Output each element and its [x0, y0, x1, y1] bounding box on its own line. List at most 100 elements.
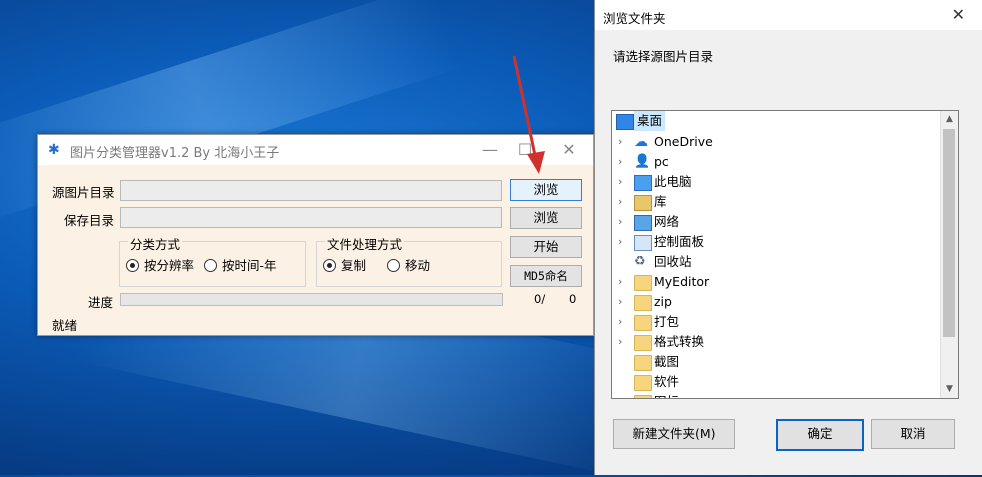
- red-arrow-annotation: [512, 55, 545, 174]
- tree-item[interactable]: ♻ 回收站: [612, 252, 942, 272]
- chevron-right-icon[interactable]: ›: [618, 172, 622, 192]
- tree-item[interactable]: 软件: [612, 372, 942, 392]
- source-dir-label: 源图片目录: [52, 185, 115, 200]
- folder-icon: [634, 315, 652, 331]
- new-folder-button[interactable]: 新建文件夹(M): [613, 419, 735, 449]
- radio-checked-icon: [126, 259, 139, 272]
- tree-item[interactable]: › 库: [612, 192, 942, 212]
- dialog-prompt: 请选择源图片目录: [613, 49, 714, 64]
- chevron-right-icon[interactable]: ›: [618, 292, 622, 312]
- tree-scrollbar[interactable]: ▲ ▼: [940, 111, 958, 398]
- folder-icon: [634, 335, 652, 351]
- chevron-right-icon[interactable]: ›: [618, 132, 622, 152]
- dialog-title-bar[interactable]: 浏览文件夹 ✕: [595, 0, 982, 30]
- tree-item-label: 打包: [654, 314, 680, 329]
- tree-item[interactable]: › 此电脑: [612, 172, 942, 192]
- start-button[interactable]: 开始: [510, 236, 582, 258]
- tree-item[interactable]: › 👤 pc: [612, 152, 942, 172]
- desktop-icon: [616, 114, 634, 130]
- folder-tree[interactable]: 图标软件截图›格式转换›打包›zip›MyEditor♻回收站›控制面板›网络›…: [611, 110, 959, 399]
- chevron-right-icon[interactable]: ›: [618, 232, 622, 252]
- tree-item-label: zip: [654, 294, 672, 309]
- tree-item-label: OneDrive: [654, 134, 713, 149]
- arrow-shaft: [512, 55, 538, 161]
- tree-item-label: 截图: [654, 354, 680, 369]
- md5-rename-button[interactable]: MD5命名: [510, 265, 582, 287]
- radio-copy-label: 复制: [341, 258, 367, 273]
- window-title: 图片分类管理器v1.2 By 北海小王子: [70, 146, 280, 161]
- radio-by-year[interactable]: 按时间-年: [204, 255, 277, 274]
- scroll-down-icon[interactable]: ▼: [941, 381, 958, 398]
- radio-checked-icon: [323, 259, 336, 272]
- tree-item[interactable]: › ☁ OneDrive: [612, 132, 942, 152]
- tree-item-label: 回收站: [654, 254, 692, 269]
- recycle-bin-icon: ♻: [634, 254, 646, 269]
- cancel-button[interactable]: 取消: [871, 419, 955, 449]
- network-icon: [634, 215, 652, 231]
- tree-item[interactable]: › 网络: [612, 212, 942, 232]
- tree-item[interactable]: › 打包: [612, 312, 942, 332]
- file-handling-title: 文件处理方式: [325, 234, 405, 253]
- folder-icon: [634, 275, 652, 291]
- folder-icon: [634, 295, 652, 311]
- browse-save-button[interactable]: 浏览: [510, 207, 582, 229]
- app-bug-icon: ✱: [48, 142, 60, 158]
- classify-mode-title: 分类方式: [128, 234, 183, 253]
- progress-total-count: 0: [569, 292, 577, 306]
- tree-item-label: MyEditor: [654, 274, 710, 289]
- radio-by-resolution[interactable]: 按分辨率: [126, 255, 194, 274]
- progress-done-count: 0/: [534, 292, 546, 306]
- control-panel-icon: [634, 235, 652, 251]
- chevron-right-icon[interactable]: ›: [618, 152, 622, 172]
- chevron-right-icon[interactable]: ›: [618, 192, 622, 212]
- folder-icon: [634, 355, 652, 371]
- status-text: 就绪: [52, 318, 78, 333]
- tree-item-label: 控制面板: [654, 234, 705, 249]
- save-dir-input[interactable]: [120, 207, 502, 228]
- file-handling-group: 文件处理方式 复制 移动: [316, 234, 502, 287]
- library-icon: [634, 195, 652, 211]
- progress-label: 进度: [88, 295, 114, 310]
- tree-item[interactable]: › 格式转换: [612, 332, 942, 352]
- browse-folder-dialog: 浏览文件夹 ✕ 请选择源图片目录 图标 软件 截图 › 格式转换 › 打包 › zip › MyEd…: [594, 0, 982, 475]
- tree-item[interactable]: 图标: [612, 392, 942, 398]
- tree-item-label: 格式转换: [654, 334, 705, 349]
- dialog-close-button[interactable]: ✕: [952, 5, 965, 24]
- chevron-right-icon[interactable]: ›: [618, 332, 622, 352]
- radio-unchecked-icon: [387, 259, 400, 272]
- cloud-icon: ☁: [634, 134, 648, 150]
- tree-item-label: 软件: [654, 374, 680, 389]
- chevron-right-icon[interactable]: ›: [618, 272, 622, 292]
- computer-icon: [634, 175, 652, 191]
- ok-button[interactable]: 确定: [776, 419, 864, 451]
- arrow-head: [527, 151, 545, 174]
- save-dir-label: 保存目录: [64, 213, 115, 228]
- tree-item-label: 桌面: [634, 111, 666, 131]
- radio-move[interactable]: 移动: [387, 255, 430, 274]
- chevron-right-icon[interactable]: ›: [618, 312, 622, 332]
- classify-mode-group: 分类方式 按分辨率 按时间-年: [119, 234, 306, 287]
- radio-unchecked-icon: [204, 259, 217, 272]
- tree-item-label: pc: [654, 154, 669, 169]
- radio-copy[interactable]: 复制: [323, 255, 366, 274]
- tree-item[interactable]: › MyEditor: [612, 272, 942, 292]
- tree-item-label: 网络: [654, 214, 680, 229]
- scroll-thumb[interactable]: [943, 129, 955, 337]
- folder-icon: [634, 375, 652, 391]
- tree-item-label: 库: [654, 194, 667, 209]
- radio-by-year-label: 按时间-年: [222, 258, 277, 273]
- chevron-right-icon[interactable]: ›: [618, 212, 622, 232]
- dialog-title: 浏览文件夹: [603, 11, 666, 26]
- radio-by-resolution-label: 按分辨率: [144, 258, 195, 273]
- progress-bar: [120, 293, 503, 306]
- tree-item-label: 此电脑: [654, 174, 692, 189]
- folder-icon: [634, 395, 652, 398]
- tree-item[interactable]: › 控制面板: [612, 232, 942, 252]
- tree-item[interactable]: 桌面: [612, 111, 942, 131]
- tree-item[interactable]: › zip: [612, 292, 942, 312]
- radio-move-label: 移动: [405, 258, 431, 273]
- tree-item[interactable]: 截图: [612, 352, 942, 372]
- user-icon: 👤: [634, 154, 651, 169]
- source-dir-input[interactable]: [120, 180, 502, 201]
- scroll-up-icon[interactable]: ▲: [941, 111, 958, 128]
